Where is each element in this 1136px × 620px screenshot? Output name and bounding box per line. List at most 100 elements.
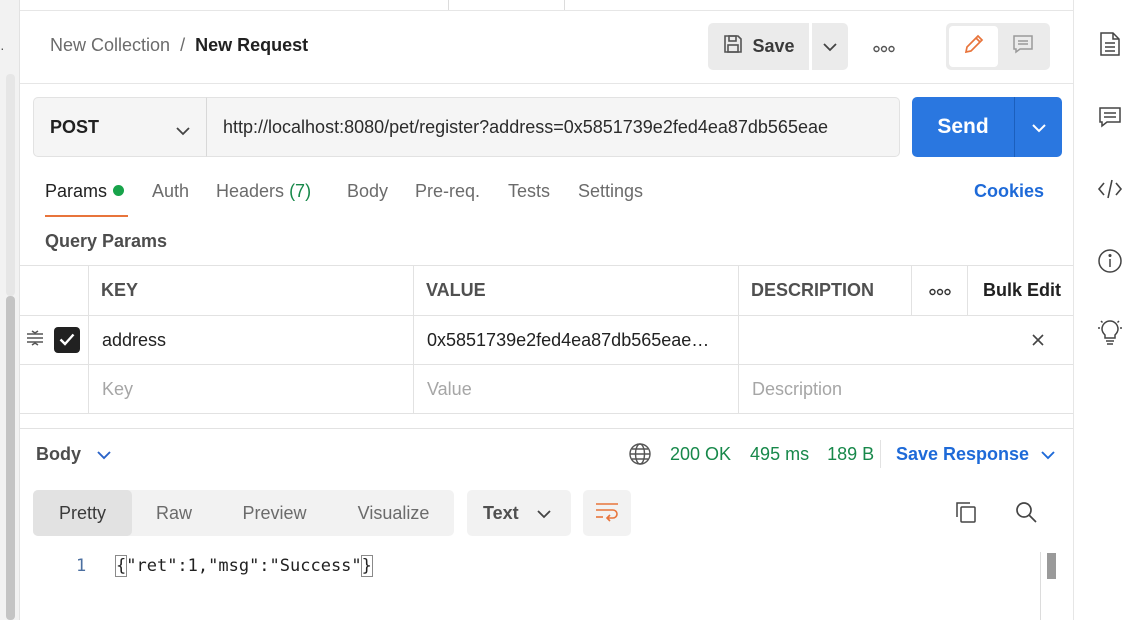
chat-icon bbox=[1098, 105, 1122, 134]
query-params-table: KEY VALUE DESCRIPTION Bulk Edit address … bbox=[20, 265, 1073, 414]
response-size[interactable]: 189 B bbox=[827, 444, 874, 465]
tab-tests[interactable]: Tests bbox=[508, 181, 550, 217]
wrap-lines-icon bbox=[594, 500, 620, 527]
documentation-button[interactable] bbox=[1097, 31, 1123, 62]
code-scrollbar[interactable] bbox=[1047, 553, 1056, 579]
view-tab-pretty[interactable]: Pretty bbox=[33, 490, 132, 536]
code-line-text: "ret":1,"msg":"Success" bbox=[126, 556, 362, 576]
breadcrumb-separator: / bbox=[180, 35, 186, 55]
chevron-down-icon bbox=[823, 36, 837, 57]
save-button[interactable]: Save bbox=[708, 23, 809, 70]
check-icon bbox=[59, 330, 75, 351]
comment-mode-button[interactable] bbox=[998, 26, 1047, 67]
search-icon bbox=[1014, 500, 1038, 529]
response-format-select[interactable]: Text bbox=[467, 490, 571, 536]
chevron-down-icon bbox=[537, 503, 551, 524]
code-scroll-track bbox=[1040, 552, 1041, 620]
left-sidebar-edge: · bbox=[0, 0, 20, 620]
url-input[interactable]: http://localhost:8080/pet/register?addre… bbox=[206, 97, 900, 157]
tab-headers[interactable]: Headers (7) bbox=[216, 181, 311, 217]
close-icon bbox=[1032, 330, 1044, 351]
cookies-link[interactable]: Cookies bbox=[974, 181, 1044, 202]
send-button[interactable]: Send bbox=[912, 97, 1014, 157]
query-params-heading: Query Params bbox=[45, 231, 168, 251]
lightbulb-icon bbox=[1097, 318, 1123, 351]
code-snippet-button[interactable] bbox=[1097, 178, 1123, 204]
edit-mode-button[interactable] bbox=[949, 26, 998, 67]
response-divider bbox=[20, 428, 1073, 429]
breadcrumb-collection[interactable]: New Collection bbox=[50, 35, 170, 56]
view-tab-raw[interactable]: Raw bbox=[132, 490, 216, 536]
save-response-button[interactable]: Save Response bbox=[896, 444, 1055, 465]
column-options-button[interactable] bbox=[911, 266, 967, 315]
tab-prereq[interactable]: Pre-req. bbox=[415, 181, 480, 217]
save-options-button[interactable] bbox=[812, 23, 848, 70]
code-close-brace: } bbox=[360, 555, 373, 577]
breadcrumb: New Collection / New Request bbox=[50, 35, 308, 56]
divider bbox=[880, 440, 881, 468]
bulk-edit-button[interactable]: Bulk Edit bbox=[967, 266, 1073, 315]
sidebar-dot-icon: · bbox=[0, 40, 5, 56]
view-tab-preview[interactable]: Preview bbox=[216, 490, 333, 536]
sidebar-scroll-track bbox=[6, 74, 15, 296]
right-sidebar bbox=[1073, 0, 1136, 620]
sidebar-scrollbar[interactable] bbox=[6, 296, 15, 620]
request-header: New Collection / New Request Save bbox=[20, 11, 1073, 84]
search-button[interactable] bbox=[1013, 501, 1039, 527]
tab-auth[interactable]: Auth bbox=[152, 181, 189, 217]
request-tabs: Params Auth Headers (7) Body Pre-req. Te… bbox=[45, 181, 1045, 217]
ellipsis-icon bbox=[873, 37, 895, 58]
comments-button[interactable] bbox=[1097, 106, 1123, 132]
tab-params[interactable]: Params bbox=[45, 181, 128, 217]
table-row-empty: Key Value Description bbox=[20, 365, 1073, 414]
response-time[interactable]: 495 ms bbox=[750, 444, 809, 465]
new-param-value-field[interactable]: Value bbox=[413, 365, 738, 413]
params-active-dot bbox=[113, 185, 125, 196]
table-header-row: KEY VALUE DESCRIPTION Bulk Edit bbox=[20, 266, 1073, 316]
globe-icon[interactable] bbox=[628, 442, 652, 466]
code-open-brace: { bbox=[114, 555, 128, 577]
response-body-label: Body bbox=[36, 444, 81, 464]
tab-params-label: Params bbox=[45, 181, 108, 201]
response-format-label: Text bbox=[483, 502, 519, 523]
headers-count: (7) bbox=[289, 181, 312, 201]
copy-button[interactable] bbox=[953, 501, 979, 527]
response-body-viewer[interactable]: 1 {"ret":1,"msg":"Success"} bbox=[20, 550, 1073, 620]
code-line: {"ret":1,"msg":"Success"} bbox=[114, 555, 373, 577]
tab-separator bbox=[448, 0, 449, 10]
response-view-tabs: Pretty Raw Preview Visualize bbox=[33, 490, 454, 536]
send-options-button[interactable] bbox=[1014, 97, 1062, 157]
floppy-disk-icon bbox=[722, 33, 744, 60]
row-controls bbox=[20, 316, 88, 364]
method-select[interactable]: POST bbox=[33, 97, 207, 157]
param-key-field[interactable]: address bbox=[88, 316, 413, 364]
key-column-header: KEY bbox=[88, 266, 413, 315]
info-button[interactable] bbox=[1097, 248, 1123, 276]
copy-icon bbox=[954, 500, 978, 529]
breadcrumb-request-name[interactable]: New Request bbox=[195, 35, 308, 56]
chevron-down-icon bbox=[1041, 444, 1055, 465]
new-param-description-field[interactable]: Description bbox=[738, 365, 1073, 413]
line-number: 1 bbox=[76, 556, 87, 576]
new-param-key-field[interactable]: Key bbox=[88, 365, 413, 413]
drag-handle-icon[interactable] bbox=[26, 329, 44, 351]
param-value-field[interactable]: 0x5851739e2fed4ea87db565eae… bbox=[413, 316, 738, 364]
status-code[interactable]: 200 OK bbox=[670, 444, 731, 465]
param-enabled-checkbox[interactable] bbox=[54, 327, 80, 353]
tab-settings[interactable]: Settings bbox=[578, 181, 643, 217]
delete-param-button[interactable] bbox=[1023, 316, 1053, 364]
response-status-bar: 200 OK 495 ms 189 B bbox=[628, 442, 874, 466]
row-controls bbox=[20, 365, 88, 413]
comment-icon bbox=[1011, 32, 1035, 61]
more-options-button[interactable] bbox=[867, 37, 901, 57]
wrap-lines-button[interactable] bbox=[583, 490, 631, 536]
document-icon bbox=[1099, 31, 1121, 62]
suggestions-button[interactable] bbox=[1097, 319, 1123, 347]
table-row: address 0x5851739e2fed4ea87db565eae… bbox=[20, 316, 1073, 365]
tab-body[interactable]: Body bbox=[347, 181, 388, 217]
view-tab-visualize[interactable]: Visualize bbox=[333, 490, 454, 536]
value-column-header: VALUE bbox=[413, 266, 738, 315]
response-body-dropdown[interactable]: Body bbox=[36, 444, 111, 465]
chevron-down-icon bbox=[1031, 117, 1046, 138]
ellipsis-icon bbox=[928, 280, 951, 301]
